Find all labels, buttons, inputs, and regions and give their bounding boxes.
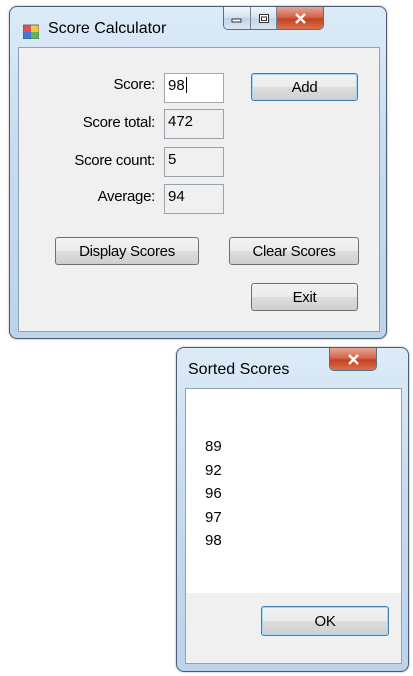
close-button[interactable]	[277, 7, 323, 29]
clear-scores-button[interactable]: Clear Scores	[229, 237, 359, 265]
sorted-scores-message-area: 89 92 96 97 98	[185, 388, 402, 593]
score-line: 96	[205, 485, 222, 502]
display-scores-button[interactable]: Display Scores	[55, 237, 199, 265]
minimize-button[interactable]	[224, 7, 251, 29]
exit-button[interactable]: Exit	[251, 283, 358, 311]
sorted-scores-title: Sorted Scores	[188, 361, 290, 378]
sorted-scores-controls	[329, 348, 377, 371]
score-input[interactable]: 98	[164, 73, 224, 103]
score-input-value: 98	[168, 77, 185, 94]
score-line: 89	[205, 438, 222, 455]
app-form-icon	[23, 24, 39, 39]
average-field: 94	[164, 184, 224, 214]
sorted-scores-titlebar[interactable]: Sorted Scores	[177, 348, 408, 388]
sorted-scores-list: 89 92 96 97 98	[205, 435, 222, 553]
maximize-button[interactable]	[251, 7, 277, 29]
score-line: 92	[205, 461, 222, 479]
window-title: Score Calculator	[48, 20, 167, 37]
score-calculator-window: Score Calculator Score: 98 Score total: …	[9, 6, 387, 339]
ok-button[interactable]: OK	[261, 606, 389, 636]
sorted-scores-close-button[interactable]	[330, 348, 376, 370]
score-count-field: 5	[164, 147, 224, 177]
score-label: Score:	[113, 76, 155, 93]
sorted-scores-window: Sorted Scores 89 92 96 97 98 OK	[176, 347, 409, 672]
sorted-scores-button-area: OK	[185, 593, 402, 664]
score-total-label: Score total:	[82, 114, 156, 131]
score-total-field: 472	[164, 109, 224, 139]
minimize-icon	[231, 18, 242, 23]
window-controls	[223, 7, 324, 30]
close-icon	[347, 353, 359, 365]
text-caret	[185, 77, 187, 93]
score-line: 98	[205, 532, 222, 549]
score-line: 97	[205, 508, 222, 526]
score-count-label: Score count:	[74, 152, 155, 169]
average-label: Average:	[97, 188, 156, 205]
add-button[interactable]: Add	[251, 73, 358, 101]
score-calculator-client: Score: 98 Score total: 472 Score count: …	[18, 47, 380, 332]
maximize-icon	[258, 13, 269, 23]
score-calculator-titlebar[interactable]: Score Calculator	[10, 7, 386, 47]
close-icon	[294, 12, 306, 24]
